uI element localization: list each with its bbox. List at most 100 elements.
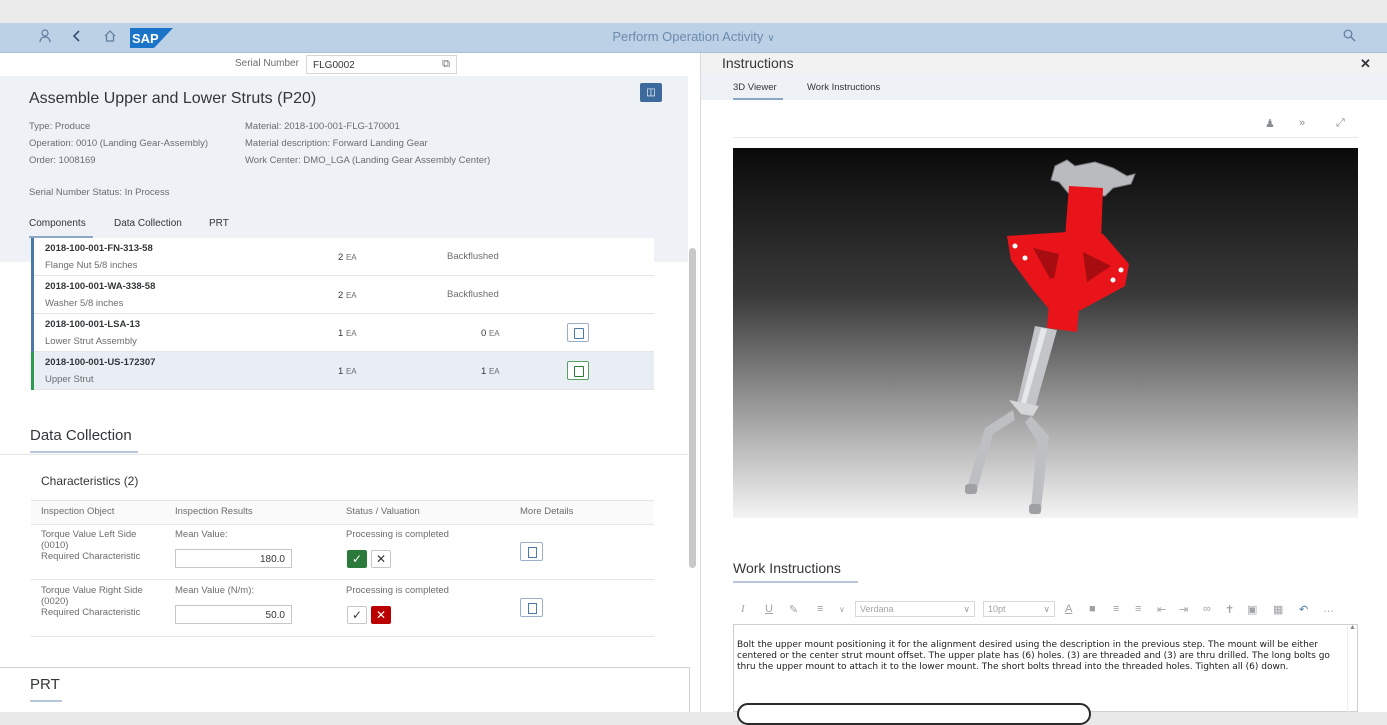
work-instructions-text: Bolt the upper mount positioning it for … — [737, 640, 1330, 672]
landing-gear-model — [965, 159, 1136, 514]
assemble-button[interactable] — [567, 323, 589, 342]
vertical-scrollbar[interactable] — [689, 248, 696, 568]
quantity-value: 1 — [338, 328, 344, 339]
serial-bar: Serial Number FLG0002 ⧉ — [0, 53, 700, 76]
mean-value-input[interactable]: 180.0 — [175, 549, 292, 568]
section-underline — [733, 581, 858, 583]
component-row[interactable]: 2018-100-001-LSA-13 Lower Strut Assembly… — [31, 314, 654, 352]
more-details-button[interactable] — [520, 542, 543, 561]
tab-selection-indicator — [733, 98, 783, 100]
assembled-unit: EA — [488, 329, 500, 338]
table-icon[interactable]: ▦ — [1273, 603, 1283, 616]
3d-viewer-canvas[interactable] — [733, 148, 1358, 518]
work-instructions-title: Work Instructions — [733, 560, 841, 576]
chevron-down-icon: ∨ — [963, 604, 970, 614]
numbered-list-icon[interactable]: ≡ — [1135, 603, 1141, 615]
component-id: 2018-100-001-FN-313-58 — [45, 243, 153, 254]
shell-bar: SAP Perform Operation Activity ∨ — [0, 23, 1387, 53]
column-header: More Details — [520, 506, 574, 517]
quantity-value: 2 — [338, 290, 344, 301]
viewer-toolbar: ♟ » ⤢ — [733, 112, 1358, 138]
row-highlight — [31, 238, 34, 276]
editor-overlay-control[interactable] — [737, 703, 1091, 725]
quantity-value: 1 — [338, 366, 344, 377]
underline-icon[interactable]: U — [765, 603, 773, 615]
fullscreen-icon[interactable]: ⤢ — [1336, 117, 1345, 130]
component-description: Flange Nut 5/8 inches — [45, 260, 138, 271]
quantity-value: 2 — [338, 252, 344, 263]
row-separator — [31, 579, 654, 580]
inspection-object-type: Required Characteristic — [41, 607, 141, 618]
more-icon[interactable]: … — [1323, 603, 1334, 615]
inspection-object-name: Torque Value Left Side — [41, 529, 137, 540]
component-row[interactable]: 2018-100-001-FN-313-58 Flange Nut 5/8 in… — [31, 238, 654, 276]
serial-number-input[interactable]: FLG0002 ⧉ — [306, 55, 457, 74]
tab-components[interactable]: Components — [29, 218, 86, 229]
font-size-value: 10pt — [988, 604, 1006, 614]
tab-prt[interactable]: PRT — [209, 218, 229, 229]
order-attr: Order: 1008169 — [29, 155, 96, 166]
row-highlight — [31, 276, 34, 314]
undo-icon[interactable]: ↶ — [1299, 603, 1308, 616]
type-attr: Type: Produce — [29, 121, 91, 132]
search-icon[interactable] — [1343, 29, 1356, 45]
serial-number-label: Serial Number — [235, 58, 299, 69]
expand-panel-icon[interactable]: » — [1299, 117, 1305, 129]
layout-toggle-button[interactable]: ◫ — [640, 83, 662, 102]
top-band — [0, 0, 1387, 23]
outdent-icon[interactable]: ⇤ — [1157, 603, 1166, 616]
work-instructions-editor[interactable]: Bolt the upper mount positioning it for … — [733, 624, 1358, 712]
editor-scrollbar[interactable]: ▲ — [1347, 624, 1356, 712]
chevron-down-icon[interactable]: ∨ — [839, 605, 845, 614]
accept-button[interactable]: ✓ — [347, 606, 367, 624]
material-description-attr: Material description: Forward Landing Ge… — [245, 138, 428, 149]
tab-3d-viewer[interactable]: 3D Viewer — [733, 82, 777, 93]
person-icon[interactable]: ♟ — [1265, 117, 1275, 130]
component-id: 2018-100-001-WA-338-58 — [45, 281, 156, 292]
assembled-quantity: 0 EA — [481, 328, 500, 339]
indent-icon[interactable]: ⇥ — [1179, 603, 1188, 616]
reject-button[interactable]: ✕ — [371, 606, 391, 624]
scroll-up-icon[interactable]: ▲ — [1349, 624, 1356, 631]
component-row[interactable]: 2018-100-001-US-172307 Upper Strut 1 EA … — [31, 352, 654, 390]
image-icon[interactable]: ▣ — [1247, 603, 1257, 616]
component-quantity: 2 EA — [338, 252, 357, 263]
font-size-select[interactable]: 10pt ∨ — [983, 601, 1055, 617]
background-color-icon[interactable]: ■ — [1089, 603, 1096, 615]
component-quantity: 1 EA — [338, 328, 357, 339]
accept-button[interactable]: ✓ — [347, 550, 367, 568]
assemble-button[interactable] — [567, 361, 589, 380]
chevron-down-icon: ∨ — [1043, 604, 1050, 614]
result-label: Mean Value (N/m): — [175, 585, 255, 596]
mean-value-input[interactable]: 50.0 — [175, 605, 292, 624]
tab-work-instructions[interactable]: Work Instructions — [807, 82, 880, 93]
column-header: Inspection Object — [41, 506, 115, 517]
reject-button[interactable]: ✕ — [371, 550, 391, 568]
close-icon[interactable]: ✕ — [1360, 56, 1371, 72]
tab-data-collection[interactable]: Data Collection — [114, 218, 182, 229]
inspection-object-code: (0020) — [41, 596, 69, 607]
component-row[interactable]: 2018-100-001-WA-338-58 Washer 5/8 inches… — [31, 276, 654, 314]
operation-pane: Serial Number FLG0002 ⧉ Assemble Upper a… — [0, 53, 700, 712]
value-help-icon[interactable]: ⧉ — [442, 58, 450, 71]
valuation-status: Processing is completed — [346, 529, 449, 540]
unlink-icon[interactable]: ✝ — [1225, 603, 1234, 616]
quantity-unit: EA — [345, 253, 357, 262]
highlight-icon[interactable]: ✎ — [789, 603, 798, 616]
italic-icon[interactable]: I — [741, 603, 745, 615]
align-icon[interactable]: ≡ — [817, 603, 823, 615]
font-family-select[interactable]: Verdana ∨ — [855, 601, 975, 617]
instructions-header: Instructions ✕ — [701, 53, 1387, 74]
component-description: Lower Strut Assembly — [45, 336, 137, 347]
more-details-button[interactable] — [520, 598, 543, 617]
object-header: Assemble Upper and Lower Struts (P20) ◫ … — [0, 76, 688, 262]
app-title[interactable]: Perform Operation Activity ∨ — [0, 29, 1387, 44]
prt-section: PRT — [0, 667, 690, 712]
link-icon[interactable]: ∞ — [1203, 603, 1211, 615]
serial-number-value: FLG0002 — [313, 60, 355, 71]
instructions-title: Instructions — [722, 55, 794, 71]
instructions-tabs: 3D Viewer Work Instructions — [701, 74, 1387, 100]
bullet-list-icon[interactable]: ≡ — [1113, 603, 1119, 615]
text-color-icon[interactable]: A — [1065, 603, 1072, 615]
component-quantity: 1 EA — [338, 366, 357, 377]
